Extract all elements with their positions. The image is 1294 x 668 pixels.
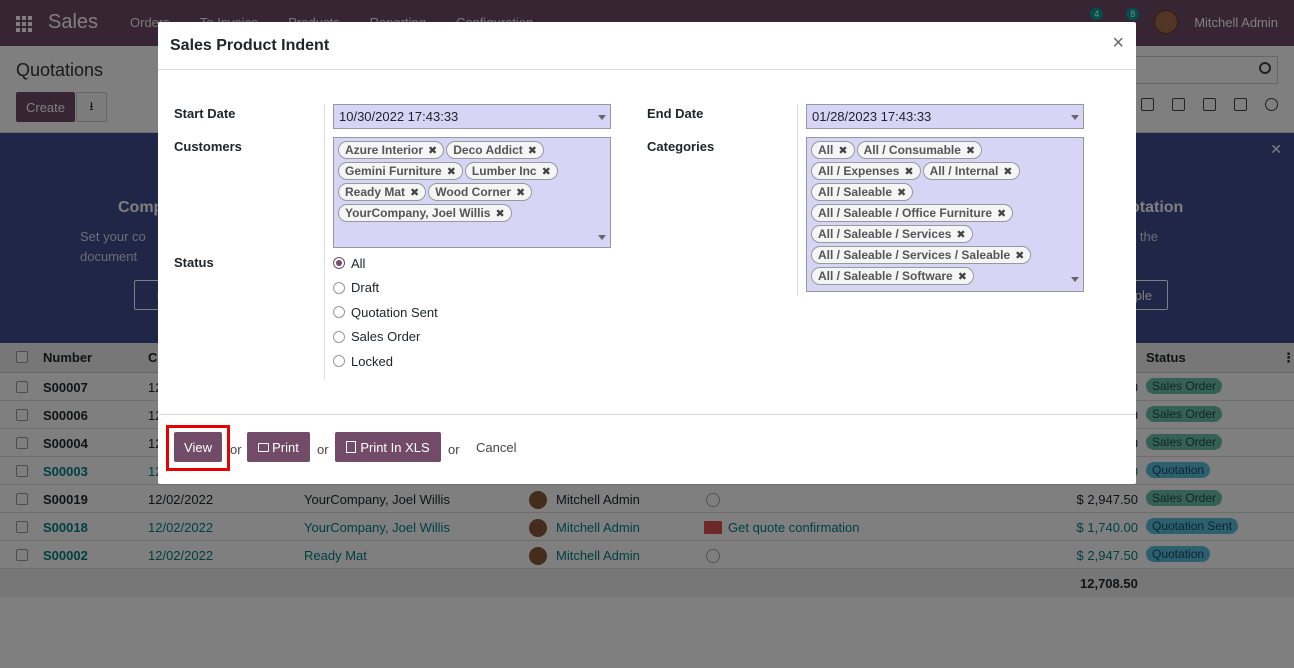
remove-tag-icon[interactable]: ✖ <box>958 270 967 283</box>
status-radio[interactable] <box>333 257 345 269</box>
remove-tag-icon[interactable]: ✖ <box>410 186 419 199</box>
category-tag: All / Saleable / Services ✖ <box>811 225 973 243</box>
customers-label: Customers <box>174 139 242 154</box>
highlight-box <box>166 425 230 471</box>
category-tag-label: All / Consumable <box>863 143 961 157</box>
modal-body: Start Date 10/30/2022 17:43:33 End Date … <box>158 70 1136 414</box>
category-tag-label: All / Saleable <box>818 185 893 199</box>
customer-tag-label: Ready Mat <box>345 185 406 199</box>
customer-tags: Azure Interior ✖ Deco Addict ✖ Gemini Furnit… <box>338 141 606 225</box>
category-tag-label: All / Saleable / Services <box>818 227 952 241</box>
category-tag: All / Expenses ✖ <box>811 162 921 180</box>
category-tag: All / Saleable ✖ <box>811 183 914 201</box>
close-icon[interactable]: × <box>1112 32 1124 55</box>
customer-tag: Deco Addict ✖ <box>446 141 545 159</box>
category-tag-label: All / Saleable / Office Furniture <box>818 206 993 220</box>
remove-tag-icon[interactable]: ✖ <box>956 228 965 241</box>
category-tag: All / Internal ✖ <box>922 162 1020 180</box>
remove-tag-icon[interactable]: ✖ <box>447 165 456 178</box>
start-date-field[interactable]: 10/30/2022 17:43:33 <box>333 104 611 129</box>
status-radio[interactable] <box>333 330 345 343</box>
customer-tag: Ready Mat ✖ <box>338 183 427 201</box>
start-date-value: 10/30/2022 17:43:33 <box>339 109 459 124</box>
print-xls-button[interactable]: Print In XLS <box>335 432 441 462</box>
category-tags: All ✖ All / Consumable ✖ All / Expenses ✖ All … <box>811 141 1079 288</box>
category-tag-label: All / Internal <box>929 164 999 178</box>
print-label: Print <box>272 439 299 455</box>
status-option-label: Quotation Sent <box>351 304 438 320</box>
category-tag: All ✖ <box>811 141 855 159</box>
status-radio[interactable] <box>333 281 345 294</box>
category-tag: All / Saleable / Office Furniture ✖ <box>811 204 1014 222</box>
status-radio[interactable] <box>333 355 345 367</box>
status-option[interactable]: Draft <box>333 278 379 298</box>
modal-header: Sales Product Indent × <box>158 22 1136 70</box>
remove-tag-icon[interactable]: ✖ <box>542 165 551 178</box>
category-tag-label: All / Saleable / Software <box>818 269 953 283</box>
remove-tag-icon[interactable]: ✖ <box>897 186 906 199</box>
customer-tag-label: Lumber Inc <box>471 164 537 178</box>
right-separator <box>797 104 798 296</box>
customer-tag-label: YourCompany, Joel Willis <box>345 206 491 220</box>
remove-tag-icon[interactable]: ✖ <box>1015 249 1024 262</box>
remove-tag-icon[interactable]: ✖ <box>495 207 504 220</box>
sales-product-indent-dialog: Sales Product Indent × Start Date 10/30/… <box>158 22 1136 484</box>
customer-tag: Azure Interior ✖ <box>338 141 445 159</box>
remove-tag-icon[interactable]: ✖ <box>528 144 537 157</box>
chevron-down-icon[interactable] <box>598 235 606 240</box>
remove-tag-icon[interactable]: ✖ <box>516 186 525 199</box>
category-tag: All / Consumable ✖ <box>856 141 983 159</box>
customers-field[interactable]: Azure Interior ✖ Deco Addict ✖ Gemini Furnit… <box>333 137 611 248</box>
customer-tag: Wood Corner ✖ <box>428 183 533 201</box>
left-separator <box>324 104 325 380</box>
or-text: or <box>317 442 329 457</box>
status-option[interactable]: Locked <box>333 351 393 371</box>
print-button[interactable]: Print <box>247 432 310 462</box>
remove-tag-icon[interactable]: ✖ <box>1003 165 1012 178</box>
end-date-label: End Date <box>647 106 704 121</box>
customer-tag-label: Azure Interior <box>345 143 424 157</box>
status-option-label: Locked <box>351 353 393 369</box>
status-option-label: All <box>351 255 366 271</box>
chevron-down-icon[interactable] <box>1071 115 1079 120</box>
remove-tag-icon[interactable]: ✖ <box>966 144 975 157</box>
remove-tag-icon[interactable]: ✖ <box>838 144 847 157</box>
status-option[interactable]: All <box>333 253 365 273</box>
category-tag-label: All <box>818 143 834 157</box>
customer-tag: Lumber Inc ✖ <box>464 162 558 180</box>
start-date-label: Start Date <box>174 106 236 121</box>
customer-tag-label: Gemini Furniture <box>345 164 442 178</box>
printer-icon <box>258 442 270 452</box>
category-tag-label: All / Saleable / Services / Saleable <box>818 248 1011 262</box>
status-option[interactable]: Quotation Sent <box>333 302 438 322</box>
status-option-label: Sales Order <box>351 329 421 344</box>
remove-tag-icon[interactable]: ✖ <box>428 144 437 157</box>
or-text: or <box>230 442 242 457</box>
cancel-button[interactable]: Cancel <box>476 440 516 455</box>
modal-footer: View or Print or Print In XLS or Cancel <box>158 414 1136 484</box>
category-tag: All / Saleable / Software ✖ <box>811 267 974 285</box>
remove-tag-icon[interactable]: ✖ <box>904 165 913 178</box>
customer-tag-label: Wood Corner <box>435 185 512 199</box>
end-date-value: 01/28/2023 17:43:33 <box>812 109 932 124</box>
modal-title: Sales Product Indent <box>170 37 330 54</box>
categories-field[interactable]: All ✖ All / Consumable ✖ All / Expenses ✖ All … <box>806 137 1084 292</box>
status-option[interactable]: Sales Order <box>333 327 420 347</box>
excel-file-icon <box>346 441 357 453</box>
or-text: or <box>448 442 460 457</box>
category-tag: All / Saleable / Services / Saleable ✖ <box>811 246 1032 264</box>
chevron-down-icon[interactable] <box>598 115 606 120</box>
category-tag-label: All / Expenses <box>818 164 900 178</box>
customer-tag: Gemini Furniture ✖ <box>338 162 463 180</box>
customer-tag: YourCompany, Joel Willis ✖ <box>338 204 512 222</box>
status-label: Status <box>174 255 214 270</box>
status-radio[interactable] <box>333 306 345 318</box>
customer-tag-label: Deco Addict <box>453 143 523 157</box>
categories-label: Categories <box>647 139 715 154</box>
print-xls-label: Print In XLS <box>360 439 430 455</box>
chevron-down-icon[interactable] <box>1071 277 1079 282</box>
status-option-label: Draft <box>351 280 380 295</box>
end-date-field[interactable]: 01/28/2023 17:43:33 <box>806 104 1084 129</box>
remove-tag-icon[interactable]: ✖ <box>997 207 1006 220</box>
